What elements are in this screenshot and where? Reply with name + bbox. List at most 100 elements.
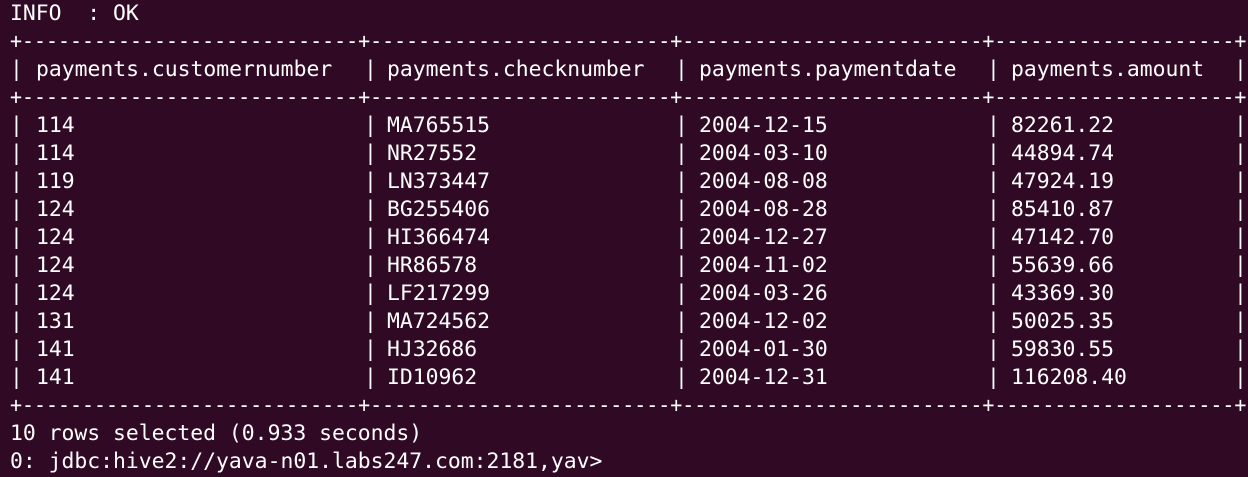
column-separator: | xyxy=(987,281,1000,306)
column-separator: | xyxy=(675,253,688,278)
column-separator: | xyxy=(10,141,23,166)
column-separator: | xyxy=(364,57,377,82)
cell-checknumber: BG255406 xyxy=(387,197,491,222)
table-top-border: +----------------------------+----------… xyxy=(10,29,1247,54)
cell-checknumber: LN373447 xyxy=(387,169,491,194)
column-separator: | xyxy=(1234,141,1247,166)
table-row: | 131 | MA724562 | 2004-12-02 | 50025.35 | xyxy=(10,308,1248,336)
cell-amount: 59830.55 xyxy=(1011,337,1115,362)
cell-customernumber: 114 xyxy=(36,141,75,166)
column-separator: | xyxy=(987,337,1000,362)
column-separator: | xyxy=(364,337,377,362)
column-separator: | xyxy=(675,337,688,362)
cell-amount: 82261.22 xyxy=(1011,113,1115,138)
column-separator: | xyxy=(1234,253,1247,278)
cell-customernumber: 141 xyxy=(36,337,75,362)
cell-paymentdate: 2004-12-27 xyxy=(699,225,828,250)
column-separator: | xyxy=(987,253,1000,278)
cell-paymentdate: 2004-12-02 xyxy=(699,309,828,334)
table-header-border: +----------------------------+----------… xyxy=(10,85,1247,110)
cell-customernumber: 119 xyxy=(36,169,75,194)
table-row: | 124 | HR86578 | 2004-11-02 | 55639.66 | xyxy=(10,252,1248,280)
cell-amount: 116208.40 xyxy=(1011,365,1127,390)
column-header-paymentdate: payments.paymentdate xyxy=(699,57,957,82)
column-separator: | xyxy=(1234,113,1247,138)
terminal-output: INFO : OK +----------------------------+… xyxy=(10,0,1248,476)
cell-amount: 50025.35 xyxy=(1011,309,1115,334)
table-row: | 124 | LF217299 | 2004-03-26 | 43369.30 | xyxy=(10,280,1248,308)
column-separator: | xyxy=(10,57,23,82)
column-separator: | xyxy=(1234,225,1247,250)
cell-amount: 43369.30 xyxy=(1011,281,1115,306)
command-prompt[interactable]: 0: jdbc:hive2://yava-n01.labs247.com:218… xyxy=(10,448,1248,476)
cell-checknumber: HI366474 xyxy=(387,225,491,250)
column-separator: | xyxy=(364,281,377,306)
column-separator: | xyxy=(675,169,688,194)
table-row: | 141 | ID10962 | 2004-12-31 | 116208.40 | xyxy=(10,364,1248,392)
cell-paymentdate: 2004-08-08 xyxy=(699,169,828,194)
column-separator: | xyxy=(987,365,1000,390)
summary-line: 10 rows selected (0.933 seconds) xyxy=(10,421,423,446)
cell-customernumber: 114 xyxy=(36,113,75,138)
column-separator: | xyxy=(987,309,1000,334)
column-separator: | xyxy=(364,169,377,194)
table-bottom-border: +----------------------------+----------… xyxy=(10,393,1247,418)
column-separator: | xyxy=(987,169,1000,194)
column-separator: | xyxy=(987,57,1000,82)
column-separator: | xyxy=(364,309,377,334)
column-separator: | xyxy=(675,365,688,390)
table-body: | 114 | MA765515 | 2004-12-15 | 82261.22 | | 114 | N… xyxy=(10,112,1248,392)
column-separator: | xyxy=(10,197,23,222)
cell-paymentdate: 2004-12-31 xyxy=(699,365,828,390)
cell-paymentdate: 2004-11-02 xyxy=(699,253,828,278)
column-separator: | xyxy=(10,113,23,138)
column-separator: | xyxy=(675,309,688,334)
column-separator: | xyxy=(364,141,377,166)
cell-customernumber: 124 xyxy=(36,253,75,278)
cell-amount: 47924.19 xyxy=(1011,169,1115,194)
cell-paymentdate: 2004-03-10 xyxy=(699,141,828,166)
table-row: | 141 | HJ32686 | 2004-01-30 | 59830.55 | xyxy=(10,336,1248,364)
column-separator: | xyxy=(10,169,23,194)
cell-amount: 85410.87 xyxy=(1011,197,1115,222)
cell-checknumber: LF217299 xyxy=(387,281,491,306)
cell-customernumber: 124 xyxy=(36,197,75,222)
column-separator: | xyxy=(675,141,688,166)
table-row: | 124 | HI366474 | 2004-12-27 | 47142.70 | xyxy=(10,224,1248,252)
status-line: INFO : OK xyxy=(10,1,139,26)
cell-customernumber: 124 xyxy=(36,225,75,250)
cell-checknumber: HJ32686 xyxy=(387,337,478,362)
column-separator: | xyxy=(1234,169,1247,194)
table-row: | 124 | BG255406 | 2004-08-28 | 85410.87 | xyxy=(10,196,1248,224)
column-separator: | xyxy=(675,281,688,306)
column-separator: | xyxy=(675,225,688,250)
column-separator: | xyxy=(987,225,1000,250)
column-separator: | xyxy=(10,225,23,250)
column-separator: | xyxy=(987,113,1000,138)
column-separator: | xyxy=(1234,309,1247,334)
column-separator: | xyxy=(364,253,377,278)
column-separator: | xyxy=(1234,337,1247,362)
cell-amount: 47142.70 xyxy=(1011,225,1115,250)
column-separator: | xyxy=(10,365,23,390)
cell-amount: 55639.66 xyxy=(1011,253,1115,278)
column-header-checknumber: payments.checknumber xyxy=(387,57,645,82)
column-separator: | xyxy=(1234,281,1247,306)
column-separator: | xyxy=(675,113,688,138)
column-separator: | xyxy=(364,197,377,222)
column-separator: | xyxy=(10,309,23,334)
column-separator: | xyxy=(1234,365,1247,390)
column-separator: | xyxy=(10,337,23,362)
cell-checknumber: NR27552 xyxy=(387,141,478,166)
cell-paymentdate: 2004-03-26 xyxy=(699,281,828,306)
cell-paymentdate: 2004-12-15 xyxy=(699,113,828,138)
table-row: | 114 | MA765515 | 2004-12-15 | 82261.22 | xyxy=(10,112,1248,140)
column-header-customernumber: payments.customernumber xyxy=(36,57,333,82)
cell-paymentdate: 2004-08-28 xyxy=(699,197,828,222)
table-row: | 119 | LN373447 | 2004-08-08 | 47924.19 | xyxy=(10,168,1248,196)
column-separator: | xyxy=(10,253,23,278)
column-separator: | xyxy=(10,281,23,306)
cell-customernumber: 131 xyxy=(36,309,75,334)
cell-customernumber: 141 xyxy=(36,365,75,390)
cell-paymentdate: 2004-01-30 xyxy=(699,337,828,362)
